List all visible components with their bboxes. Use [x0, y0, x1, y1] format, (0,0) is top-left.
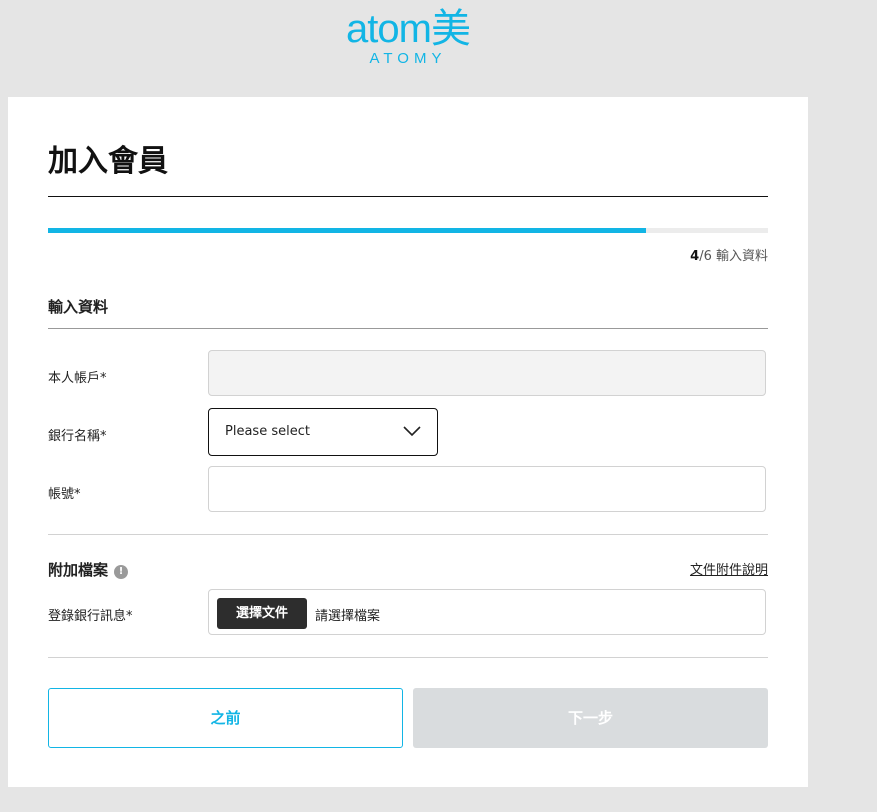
title-divider: [48, 196, 768, 197]
section-title-input-data: 輸入資料: [48, 298, 109, 316]
section-divider: [48, 328, 768, 329]
signup-card: 加入會員 4/6 輸入資料 輸入資料 本人帳戶* 銀行名稱* Please se…: [8, 97, 808, 787]
bank-name-label: 銀行名稱*: [48, 429, 107, 444]
page-title: 加入會員: [48, 144, 168, 179]
bank-info-label: 登錄銀行訊息*: [48, 609, 133, 624]
progress-bar: [48, 228, 768, 233]
section-divider: [48, 657, 768, 658]
attachment-guide-link[interactable]: 文件附件說明: [690, 559, 768, 578]
step-name: 輸入資料: [715, 249, 768, 264]
choose-file-button[interactable]: 選擇文件: [217, 598, 307, 629]
account-holder-label: 本人帳戶*: [48, 371, 107, 386]
progress-bar-fill: [48, 228, 646, 233]
attachments-title: 附加檔案!: [48, 559, 129, 580]
account-number-label: 帳號*: [48, 487, 81, 502]
bank-name-selected: Please select: [225, 424, 310, 439]
current-step: 4: [690, 249, 700, 264]
logo-subtext: ATOMY: [369, 50, 447, 67]
previous-button[interactable]: 之前: [48, 688, 403, 748]
total-steps: /6: [699, 249, 712, 264]
logo-wordmark: atom美: [346, 7, 471, 51]
atomy-logo: atom美 ATOMY: [0, 8, 816, 68]
section-divider: [48, 534, 768, 535]
account-number-input[interactable]: [208, 466, 766, 512]
chevron-down-icon: [403, 426, 421, 437]
account-holder-input[interactable]: [208, 350, 766, 396]
bank-info-file-field: 選擇文件 請選擇檔案: [208, 589, 766, 635]
attachments-title-text: 附加檔案: [48, 561, 109, 579]
file-placeholder: 請選擇檔案: [315, 609, 381, 624]
bank-name-select[interactable]: Please select: [208, 408, 438, 456]
info-icon[interactable]: !: [114, 565, 129, 579]
next-button[interactable]: 下一步: [413, 688, 768, 748]
step-indicator: 4/6 輸入資料: [690, 245, 768, 264]
